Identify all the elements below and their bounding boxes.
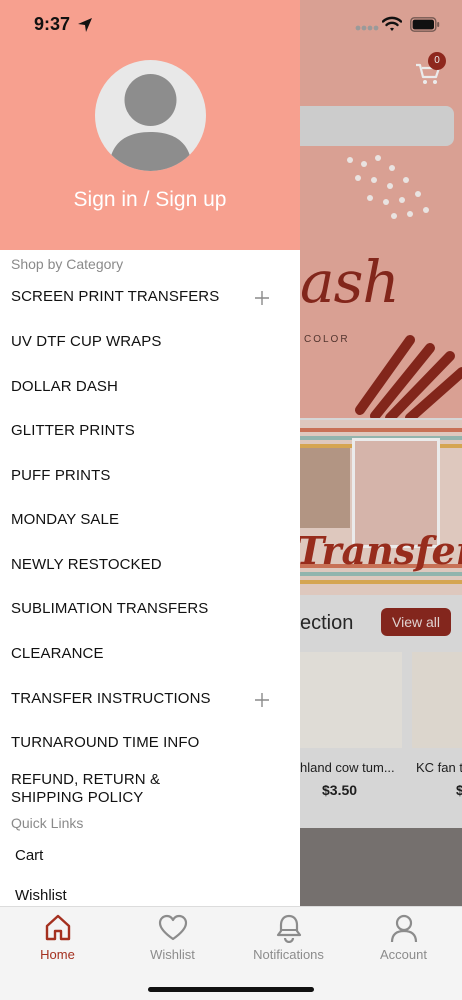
bell-icon — [276, 914, 302, 943]
person-icon — [109, 74, 192, 171]
shop-by-category-heading: Shop by Category — [11, 256, 124, 272]
tab-label: Wishlist — [150, 947, 195, 962]
category-transfer-instructions[interactable]: TRANSFER INSTRUCTIONS — [0, 680, 300, 720]
navigation-drawer: Sign in / Sign up Shop by Category SCREE… — [0, 0, 300, 910]
category-uv-dtf-cup-wraps[interactable]: UV DTF CUP WRAPS — [0, 323, 300, 363]
category-label-line: SHIPPING POLICY — [11, 789, 144, 806]
category-sublimation-transfers[interactable]: SUBLIMATION TRANSFERS — [0, 590, 300, 630]
category-label: UV DTF CUP WRAPS — [11, 333, 162, 350]
category-label: SUBLIMATION TRANSFERS — [11, 600, 209, 617]
home-indicator[interactable] — [148, 987, 314, 992]
category-label: PUFF PRINTS — [11, 467, 111, 484]
cellular-signal-icon — [355, 25, 379, 31]
category-puff-prints[interactable]: PUFF PRINTS — [0, 457, 300, 497]
tab-wishlist[interactable]: Wishlist — [115, 907, 230, 977]
status-bar: 9:37 — [0, 0, 462, 50]
location-arrow-icon — [78, 18, 92, 32]
category-label: NEWLY RESTOCKED — [11, 556, 162, 573]
quick-link-cart[interactable]: Cart — [0, 839, 300, 873]
tab-label: Account — [380, 947, 427, 962]
plus-icon[interactable] — [254, 290, 270, 306]
category-label: GLITTER PRINTS — [11, 422, 135, 439]
quick-link-label: Wishlist — [15, 887, 67, 904]
home-icon — [45, 914, 71, 941]
heart-icon — [158, 914, 188, 941]
category-label: CLEARANCE — [11, 645, 104, 662]
battery-icon — [410, 17, 440, 32]
sign-in-link[interactable]: Sign in / Sign up — [0, 188, 300, 212]
category-label: SCREEN PRINT TRANSFERS — [11, 288, 220, 305]
tab-label: Home — [40, 947, 75, 962]
tab-notifications[interactable]: Notifications — [231, 907, 346, 977]
category-glitter-prints[interactable]: GLITTER PRINTS — [0, 412, 300, 452]
category-dollar-dash[interactable]: DOLLAR DASH — [0, 368, 300, 408]
person-icon — [390, 914, 418, 943]
category-label-line: REFUND, RETURN & — [11, 771, 161, 788]
bottom-tab-bar: Home Wishlist Notifications Account — [0, 906, 462, 1000]
tab-home[interactable]: Home — [0, 907, 115, 977]
plus-icon[interactable] — [254, 692, 270, 708]
category-screen-print-transfers[interactable]: SCREEN PRINT TRANSFERS — [0, 278, 300, 318]
avatar[interactable] — [95, 60, 206, 171]
category-monday-sale[interactable]: MONDAY SALE — [0, 501, 300, 541]
quick-links-heading: Quick Links — [11, 815, 84, 831]
category-label: TURNAROUND TIME INFO — [11, 734, 200, 751]
wifi-icon — [382, 16, 402, 31]
category-refund-return-shipping-policy[interactable]: REFUND, RETURN & SHIPPING POLICY — [0, 771, 300, 809]
status-time: 9:37 — [34, 14, 71, 34]
category-label: TRANSFER INSTRUCTIONS — [11, 690, 211, 707]
tab-label: Notifications — [253, 947, 324, 962]
category-label: DOLLAR DASH — [11, 378, 118, 395]
quick-link-label: Cart — [15, 847, 44, 864]
tab-account[interactable]: Account — [346, 907, 461, 977]
category-label: MONDAY SALE — [11, 511, 120, 528]
category-label: REFUND, RETURN & SHIPPING POLICY — [11, 771, 160, 807]
category-newly-restocked[interactable]: NEWLY RESTOCKED — [0, 546, 300, 586]
category-turnaround-time-info[interactable]: TURNAROUND TIME INFO — [0, 724, 300, 764]
category-clearance[interactable]: CLEARANCE — [0, 635, 300, 675]
